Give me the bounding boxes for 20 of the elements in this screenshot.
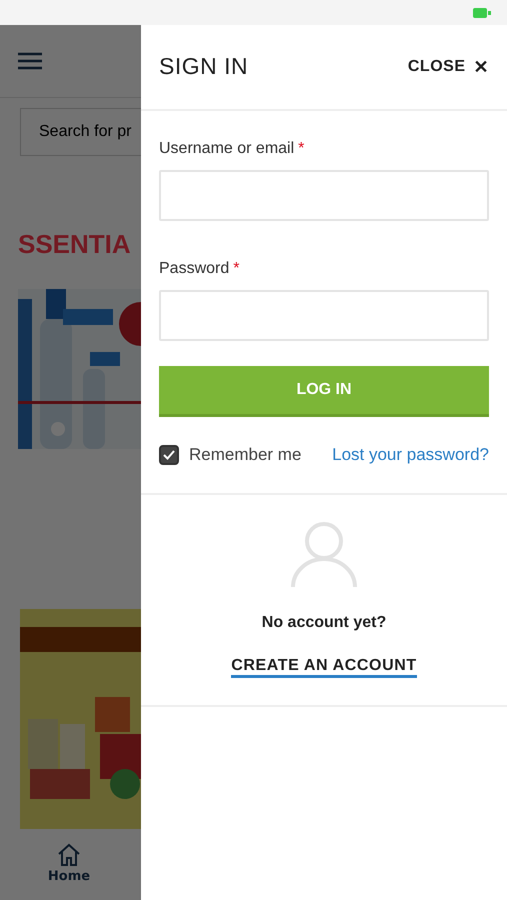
input-field[interactable]: [159, 170, 489, 221]
no-account-text: No account yet?: [262, 613, 386, 633]
panel-title: SIGN IN: [159, 53, 248, 81]
banner-heading: SSENTIA: [18, 231, 132, 257]
field-label: Password *: [159, 259, 240, 279]
lost-password-link[interactable]: Lost your password?: [332, 442, 489, 468]
checkbox-label: Remember me: [189, 444, 302, 466]
search-field[interactable]: Search for pr: [20, 108, 141, 156]
home-tab[interactable]: Home: [40, 843, 98, 886]
menu-icon[interactable]: [18, 52, 42, 70]
field-label: Username or email *: [159, 139, 306, 159]
close-button[interactable]: CLOSE ✕: [408, 54, 489, 80]
user-icon: [290, 519, 358, 587]
home-icon: [57, 843, 81, 867]
check-icon: [163, 450, 175, 460]
create-account-link[interactable]: CREATE AN ACCOUNT: [231, 657, 417, 678]
checkbox[interactable]: [159, 445, 179, 465]
input-field[interactable]: [159, 290, 489, 341]
login-button[interactable]: LOG IN: [159, 366, 489, 417]
battery-icon: [473, 8, 491, 18]
